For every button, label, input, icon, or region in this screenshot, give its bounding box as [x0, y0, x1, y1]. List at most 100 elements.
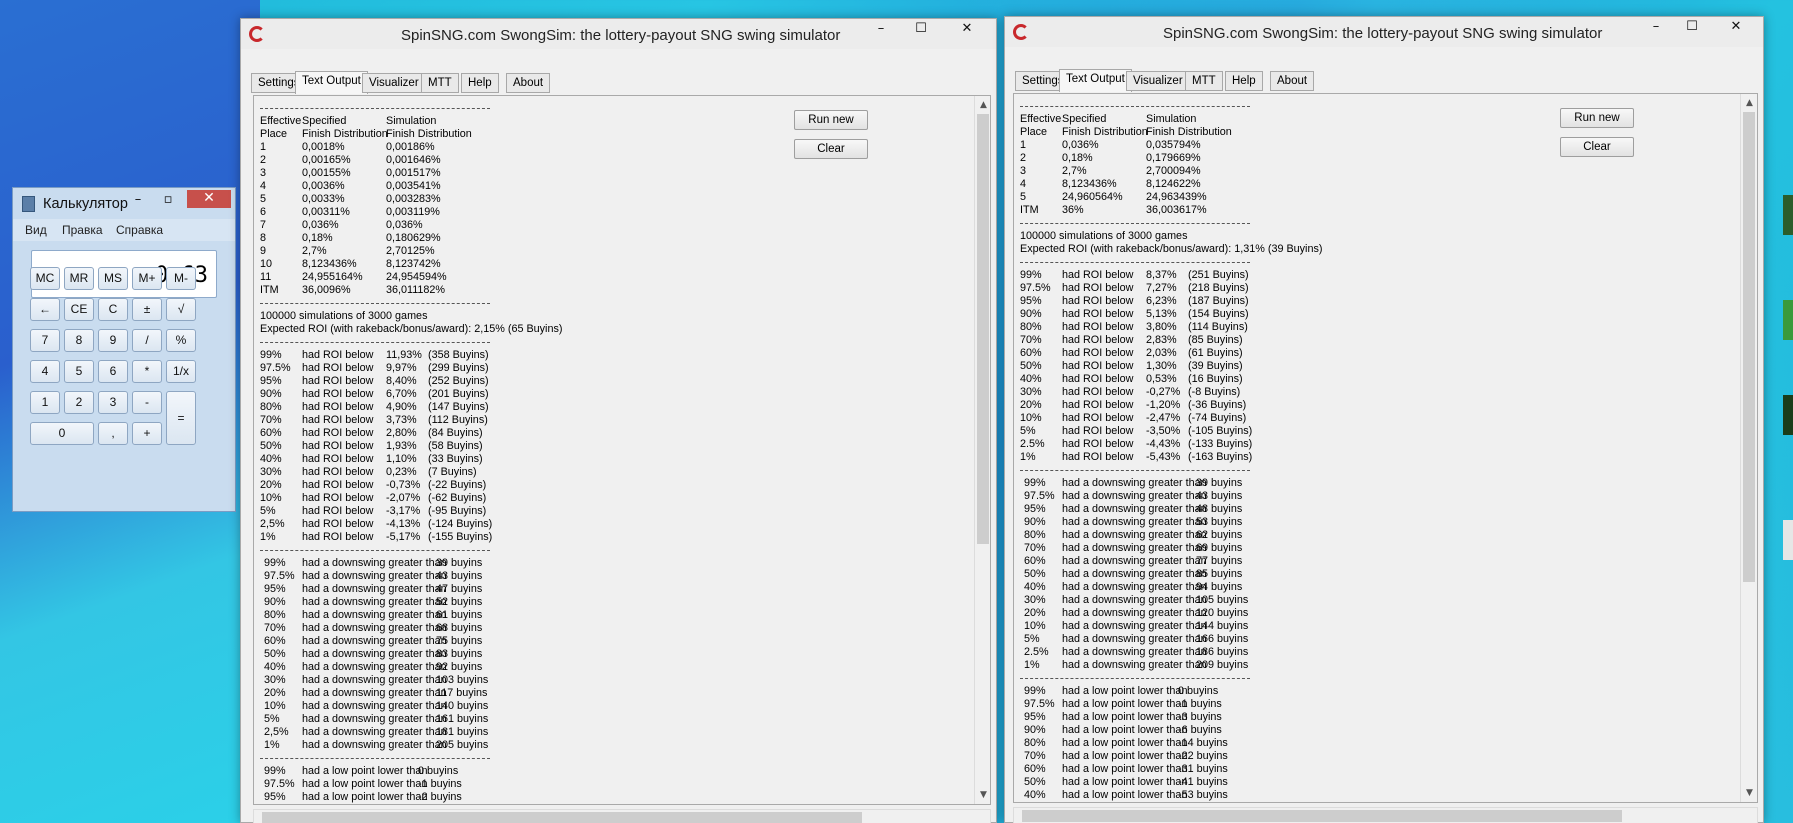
minimize-button[interactable]: – — [123, 190, 153, 212]
calc-key-multiply[interactable]: * — [132, 360, 162, 383]
separator-line — [260, 544, 562, 557]
low-point-row-cell: had a low point lower than — [1062, 750, 1188, 762]
place-row: 4 8,123436% 8,124622% — [1020, 178, 1322, 191]
clear-button[interactable]: Clear — [794, 139, 868, 159]
downswing-row-cell: had a downswing greater than — [1062, 477, 1207, 489]
scrollbar-thumb[interactable] — [1743, 112, 1755, 582]
low-point-row: 60% had a low point lower than -31 buyins — [1020, 763, 1322, 776]
maximize-button[interactable]: ☐ — [1677, 17, 1707, 39]
low-point-row: 95% had a low point lower than -2 buyins — [260, 791, 562, 804]
run-new-button[interactable]: Run new — [1560, 108, 1634, 128]
calc-key-0[interactable]: 0 — [30, 422, 94, 445]
scrollbar-thumb[interactable] — [977, 114, 989, 544]
scroll-up-icon[interactable]: ▲ — [975, 98, 990, 112]
tab-visualizer[interactable]: Visualizer — [362, 73, 426, 93]
place-row-cell: 24,960564% — [1062, 191, 1123, 203]
tab-visualizer[interactable]: Visualizer — [1126, 71, 1190, 91]
downswing-row-cell: 103 buyins — [436, 674, 489, 686]
desktop-icon-fragment[interactable] — [1783, 195, 1793, 235]
tab-text-output[interactable]: Text Output — [1059, 69, 1132, 92]
roi-row-cell: (112 Buyins) — [428, 414, 488, 426]
calc-key-decimal[interactable]: , — [98, 422, 128, 445]
calc-key-clear[interactable]: C — [98, 298, 128, 321]
roi-row-cell: 2.5% — [1020, 438, 1045, 450]
low-point-row-cell: 97.5% — [1024, 698, 1055, 710]
maximize-button[interactable]: ☐ — [906, 19, 936, 41]
calculator-menubar: Вид Правка Справка — [13, 219, 235, 241]
roi-row-cell: had ROI below — [1062, 412, 1134, 424]
calc-key-2[interactable]: 2 — [64, 391, 94, 414]
horizontal-scrollbar[interactable] — [253, 809, 991, 823]
clear-button[interactable]: Clear — [1560, 137, 1634, 157]
tab-help[interactable]: Help — [461, 73, 499, 93]
vertical-scrollbar[interactable]: ▲ ▼ — [974, 96, 990, 804]
desktop-icon-fragment[interactable] — [1783, 395, 1793, 435]
menu-view[interactable]: Вид — [25, 223, 47, 237]
close-button[interactable]: ✕ — [1721, 17, 1751, 39]
tab-help[interactable]: Help — [1225, 71, 1263, 91]
low-point-row-cell: had a low point lower than — [1062, 711, 1188, 723]
tab-mtt[interactable]: MTT — [1185, 71, 1223, 91]
horizontal-scrollbar[interactable] — [1013, 807, 1758, 823]
menu-help[interactable]: Справка — [116, 223, 163, 237]
roi-row-cell: had ROI below — [302, 401, 374, 413]
run-new-button[interactable]: Run new — [794, 110, 868, 130]
calc-key-9[interactable]: 9 — [98, 329, 128, 352]
downswing-row-cell: 39 buyins — [436, 557, 483, 569]
calc-key-reciprocal[interactable]: 1/x — [166, 360, 196, 383]
place-row-cell: ITM — [1020, 204, 1039, 216]
close-button[interactable]: ✕ — [187, 190, 231, 208]
downswing-row-cell: 20% — [1024, 607, 1046, 619]
calc-key-4[interactable]: 4 — [30, 360, 60, 383]
roi-row-cell: (-105 Buyins) — [1188, 425, 1253, 437]
scroll-up-icon[interactable]: ▲ — [1741, 96, 1757, 110]
downswing-row-cell: 97.5% — [264, 570, 295, 582]
calc-key-7[interactable]: 7 — [30, 329, 60, 352]
desktop-icon-fragment[interactable] — [1783, 300, 1793, 340]
place-row-cell: 24,963439% — [1146, 191, 1207, 203]
calc-key-backspace[interactable]: ← — [30, 298, 60, 321]
calc-key-clear-entry[interactable]: CE — [64, 298, 94, 321]
place-row-cell: 0,00155% — [302, 167, 351, 179]
calc-key-divide[interactable]: / — [132, 329, 162, 352]
calc-key-negate[interactable]: ± — [132, 298, 162, 321]
place-row-cell: 0,003119% — [386, 206, 440, 218]
tab-about[interactable]: About — [1270, 71, 1315, 91]
calc-key-sqrt[interactable]: √ — [166, 298, 196, 321]
minimize-button[interactable]: – — [866, 19, 896, 41]
calc-key-8[interactable]: 8 — [64, 329, 94, 352]
place-row-cell: 2,700094% — [1146, 165, 1201, 177]
roi-row-cell: 9,97% — [386, 362, 417, 374]
place-row: 4 0,0036% 0,003541% — [260, 180, 562, 193]
calc-key-memory-store[interactable]: MS — [98, 267, 128, 290]
scroll-down-icon[interactable]: ▼ — [1741, 786, 1757, 800]
place-row: 1 0,0018% 0,00186% — [260, 141, 562, 154]
scrollbar-thumb[interactable] — [1022, 810, 1622, 822]
tab-mtt[interactable]: MTT — [421, 73, 459, 93]
calc-key-memory-clear[interactable]: MC — [30, 267, 60, 290]
roi-row-cell: 5% — [260, 505, 276, 517]
tab-text-output[interactable]: Text Output — [295, 71, 368, 94]
menu-edit[interactable]: Правка — [62, 223, 103, 237]
desktop-icon-fragment[interactable] — [1783, 520, 1793, 560]
roi-row: 40% had ROI below 1,10% (33 Buyins) — [260, 453, 562, 466]
calc-key-3[interactable]: 3 — [98, 391, 128, 414]
tab-about[interactable]: About — [506, 73, 551, 93]
calc-key-6[interactable]: 6 — [98, 360, 128, 383]
calc-key-percent[interactable]: % — [166, 329, 196, 352]
scrollbar-thumb[interactable] — [262, 812, 862, 823]
calc-key-memory-recall[interactable]: MR — [64, 267, 94, 290]
calc-key-5[interactable]: 5 — [64, 360, 94, 383]
calc-key-1[interactable]: 1 — [30, 391, 60, 414]
vertical-scrollbar[interactable]: ▲ ▼ — [1740, 94, 1757, 802]
minimize-button[interactable]: – — [1641, 17, 1671, 39]
maximize-button[interactable]: ▫ — [153, 190, 183, 212]
calc-key-memory-add[interactable]: M+ — [132, 267, 162, 290]
calc-key-equals[interactable]: = — [166, 391, 196, 445]
close-button[interactable]: ✕ — [952, 19, 982, 41]
scroll-down-icon[interactable]: ▼ — [975, 788, 990, 802]
calc-key-minus[interactable]: - — [132, 391, 162, 414]
low-point-row-cell: had a low point lower than — [302, 765, 428, 777]
calc-key-memory-subtract[interactable]: M- — [166, 267, 196, 290]
calc-key-plus[interactable]: + — [132, 422, 162, 445]
